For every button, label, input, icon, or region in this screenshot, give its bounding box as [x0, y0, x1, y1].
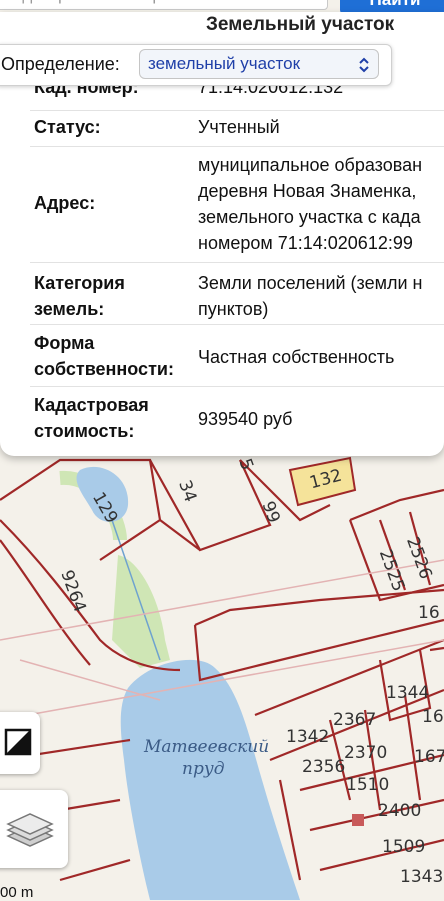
building-marker [352, 814, 364, 826]
row-value: Учтенный [198, 117, 280, 137]
row-key: Форма [34, 333, 95, 353]
row-key: Кадастровая [34, 395, 149, 415]
definition-row: Определение: земельный участок [0, 44, 392, 86]
definition-select[interactable]: земельный участок [139, 49, 379, 79]
map-scale: 00 m [0, 884, 34, 901]
row-key: собственности: [34, 359, 174, 379]
row-value: Земли поселений (земли н [198, 273, 423, 293]
row-cadastral-value: Кадастровая стоимость: 939540 руб [30, 386, 444, 448]
row-value: деревня Новая Знаменка, [198, 181, 417, 201]
definition-selected-value: земельный участок [148, 54, 301, 73]
parcel-label: 167 [422, 707, 444, 727]
definition-label: Определение: [1, 54, 120, 74]
row-value: 939540 руб [198, 409, 293, 429]
row-ownership: Форма собственности: Частная собственнос… [30, 324, 444, 387]
row-land-category: Категория земель: Земли поселений (земли… [30, 262, 444, 325]
ruler-button[interactable] [0, 712, 40, 774]
layers-button[interactable] [0, 790, 68, 868]
row-address: Адрес: муниципальное образован деревня Н… [30, 146, 444, 263]
row-key: земель: [34, 299, 105, 319]
pond-name: пруд [182, 759, 225, 779]
ruler-icon [4, 728, 32, 756]
parcel-label: 2367 [333, 710, 376, 730]
chevron-updown-icon [359, 57, 369, 73]
row-value: номером 71:14:020612:99 [198, 233, 413, 253]
parcel-label: 1344 [386, 683, 429, 703]
parcel-label: 167 [414, 747, 444, 767]
parcel-label: 1343 [400, 867, 443, 887]
row-value: Частная собственность [198, 347, 395, 367]
parcel-label: 1510 [346, 775, 389, 795]
row-value: пунктов) [198, 299, 269, 319]
parcel-label: 2400 [378, 801, 421, 821]
row-status: Статус: Учтенный [30, 110, 444, 147]
parcel-info-card: Земельный участок Кад. номер: 71:14:0206… [0, 12, 444, 456]
parcel-label: 1342 [286, 727, 329, 747]
parcel-label: 16 [418, 603, 440, 623]
parcel-label: 2356 [302, 757, 345, 777]
row-key: Категория [34, 273, 125, 293]
row-key: Адрес: [34, 193, 96, 213]
parcel-label: 2370 [344, 743, 387, 763]
search-input[interactable]: Кадастровый номер [0, 0, 328, 10]
row-value: муниципальное образован [198, 155, 423, 175]
layers-icon [6, 813, 54, 847]
row-key: Статус: [34, 117, 101, 137]
parcel-label: 1509 [382, 837, 425, 857]
row-value: земельного участка с када [198, 207, 421, 227]
card-title: Земельный участок [206, 14, 395, 35]
pond-name: Матвеевский [143, 737, 269, 757]
row-key: стоимость: [34, 421, 135, 441]
